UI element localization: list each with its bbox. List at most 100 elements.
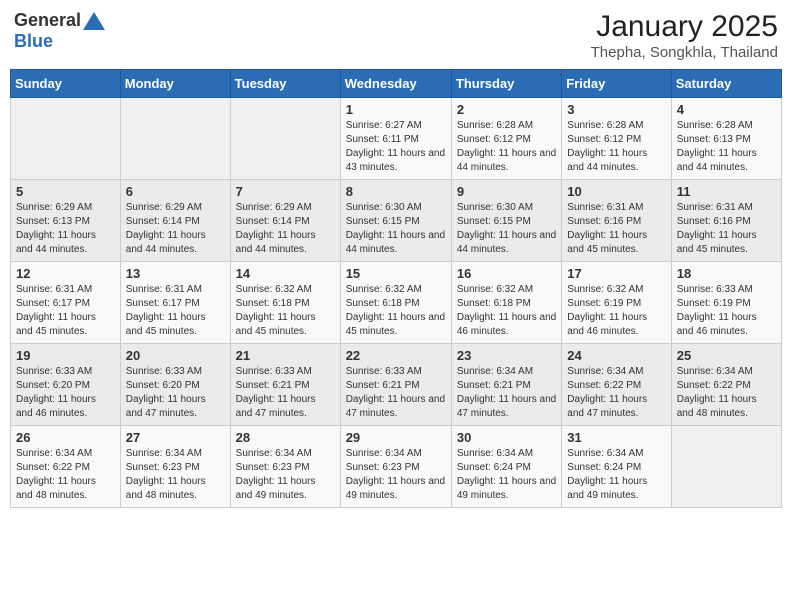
calendar-cell: 7 Sunrise: 6:29 AMSunset: 6:14 PMDaylight… xyxy=(230,180,340,262)
calendar-cell: 24 Sunrise: 6:34 AMSunset: 6:22 PMDayligh… xyxy=(562,344,671,426)
day-info: Sunrise: 6:34 AMSunset: 6:23 PMDaylight:… xyxy=(346,447,446,503)
calendar-cell: 19 Sunrise: 6:33 AMSunset: 6:20 PMDayligh… xyxy=(11,344,121,426)
day-info: Sunrise: 6:27 AMSunset: 6:11 PMDaylight:… xyxy=(346,119,446,175)
calendar-cell: 31Sunrise: 6:34 AMSunset: 6:24 PMDayligh… xyxy=(562,426,671,508)
day-info: Sunrise: 6:28 AMSunset: 6:13 PMDaylight:… xyxy=(677,119,776,175)
calendar-cell: 1 Sunrise: 6:27 AMSunset: 6:11 PMDaylight… xyxy=(340,98,451,180)
day-info: Sunrise: 6:31 AMSunset: 6:16 PMDaylight:… xyxy=(677,201,776,257)
day-info: Sunrise: 6:34 AMSunset: 6:21 PMDaylight:… xyxy=(457,365,556,421)
calendar-cell: 2 Sunrise: 6:28 AMSunset: 6:12 PMDaylight… xyxy=(451,98,561,180)
day-number: 17 xyxy=(567,266,665,281)
calendar-cell: 12 Sunrise: 6:31 AMSunset: 6:17 PMDayligh… xyxy=(11,262,121,344)
calendar-cell xyxy=(230,98,340,180)
page-header: General Blue January 2025 Thepha, Songkh… xyxy=(10,10,782,61)
location-title: Thepha, Songkhla, Thailand xyxy=(591,44,778,61)
calendar-cell: 28Sunrise: 6:34 AMSunset: 6:23 PMDayligh… xyxy=(230,426,340,508)
day-number: 12 xyxy=(16,266,115,281)
day-number: 31 xyxy=(567,430,665,445)
day-info: Sunrise: 6:34 AMSunset: 6:24 PMDaylight:… xyxy=(457,447,556,503)
calendar-cell: 20 Sunrise: 6:33 AMSunset: 6:20 PMDayligh… xyxy=(120,344,230,426)
day-info: Sunrise: 6:34 AMSunset: 6:22 PMDaylight:… xyxy=(677,365,776,421)
day-number: 1 xyxy=(346,102,446,117)
day-number: 30 xyxy=(457,430,556,445)
day-of-week-header: Wednesday xyxy=(340,70,451,98)
title-block: January 2025 Thepha, Songkhla, Thailand xyxy=(591,10,778,61)
day-of-week-header: Sunday xyxy=(11,70,121,98)
calendar-cell: 16Sunrise: 6:32 AMSunset: 6:18 PMDayligh… xyxy=(451,262,561,344)
calendar-week-row: 26Sunrise: 6:34 AMSunset: 6:22 PMDayligh… xyxy=(11,426,782,508)
calendar-cell: 15Sunrise: 6:32 AMSunset: 6:18 PMDayligh… xyxy=(340,262,451,344)
day-number: 16 xyxy=(457,266,556,281)
day-number: 11 xyxy=(677,184,776,199)
day-number: 2 xyxy=(457,102,556,117)
day-number: 8 xyxy=(346,184,446,199)
calendar-cell: 25 Sunrise: 6:34 AMSunset: 6:22 PMDayligh… xyxy=(671,344,781,426)
calendar-cell xyxy=(120,98,230,180)
day-info: Sunrise: 6:28 AMSunset: 6:12 PMDaylight:… xyxy=(457,119,556,175)
day-number: 10 xyxy=(567,184,665,199)
day-number: 23 xyxy=(457,348,556,363)
day-info: Sunrise: 6:31 AMSunset: 6:17 PMDaylight:… xyxy=(126,283,225,339)
day-number: 24 xyxy=(567,348,665,363)
day-number: 5 xyxy=(16,184,115,199)
calendar-cell: 5Sunrise: 6:29 AMSunset: 6:13 PMDaylight… xyxy=(11,180,121,262)
day-of-week-header: Thursday xyxy=(451,70,561,98)
calendar-cell: 10 Sunrise: 6:31 AMSunset: 6:16 PMDayligh… xyxy=(562,180,671,262)
calendar-week-row: 5Sunrise: 6:29 AMSunset: 6:13 PMDaylight… xyxy=(11,180,782,262)
calendar-cell: 8 Sunrise: 6:30 AMSunset: 6:15 PMDaylight… xyxy=(340,180,451,262)
day-number: 4 xyxy=(677,102,776,117)
day-info: Sunrise: 6:33 AMSunset: 6:21 PMDaylight:… xyxy=(346,365,446,421)
logo: General Blue xyxy=(14,10,105,52)
logo-text: General Blue xyxy=(14,10,105,52)
day-number: 27 xyxy=(126,430,225,445)
day-number: 3 xyxy=(567,102,665,117)
calendar-week-row: 1 Sunrise: 6:27 AMSunset: 6:11 PMDaylight… xyxy=(11,98,782,180)
day-of-week-header: Saturday xyxy=(671,70,781,98)
calendar-week-row: 19 Sunrise: 6:33 AMSunset: 6:20 PMDayligh… xyxy=(11,344,782,426)
day-info: Sunrise: 6:29 AMSunset: 6:14 PMDaylight:… xyxy=(236,201,335,257)
day-info: Sunrise: 6:33 AMSunset: 6:19 PMDaylight:… xyxy=(677,283,776,339)
day-info: Sunrise: 6:31 AMSunset: 6:17 PMDaylight:… xyxy=(16,283,115,339)
day-info: Sunrise: 6:31 AMSunset: 6:16 PMDaylight:… xyxy=(567,201,665,257)
calendar-cell: 22 Sunrise: 6:33 AMSunset: 6:21 PMDayligh… xyxy=(340,344,451,426)
calendar-cell: 14Sunrise: 6:32 AMSunset: 6:18 PMDayligh… xyxy=(230,262,340,344)
day-number: 9 xyxy=(457,184,556,199)
day-info: Sunrise: 6:33 AMSunset: 6:20 PMDaylight:… xyxy=(126,365,225,421)
day-info: Sunrise: 6:32 AMSunset: 6:19 PMDaylight:… xyxy=(567,283,665,339)
calendar-table: SundayMondayTuesdayWednesdayThursdayFrid… xyxy=(10,69,782,508)
day-info: Sunrise: 6:34 AMSunset: 6:22 PMDaylight:… xyxy=(16,447,115,503)
calendar-cell: 9Sunrise: 6:30 AMSunset: 6:15 PMDaylight… xyxy=(451,180,561,262)
day-number: 7 xyxy=(236,184,335,199)
day-info: Sunrise: 6:34 AMSunset: 6:23 PMDaylight:… xyxy=(126,447,225,503)
day-number: 6 xyxy=(126,184,225,199)
logo-icon xyxy=(83,12,105,30)
calendar-week-row: 12 Sunrise: 6:31 AMSunset: 6:17 PMDayligh… xyxy=(11,262,782,344)
logo-blue: Blue xyxy=(14,31,53,51)
day-info: Sunrise: 6:32 AMSunset: 6:18 PMDaylight:… xyxy=(346,283,446,339)
day-info: Sunrise: 6:34 AMSunset: 6:22 PMDaylight:… xyxy=(567,365,665,421)
calendar-cell xyxy=(671,426,781,508)
calendar-cell: 17 Sunrise: 6:32 AMSunset: 6:19 PMDayligh… xyxy=(562,262,671,344)
day-info: Sunrise: 6:30 AMSunset: 6:15 PMDaylight:… xyxy=(346,201,446,257)
day-number: 13 xyxy=(126,266,225,281)
calendar-cell: 26Sunrise: 6:34 AMSunset: 6:22 PMDayligh… xyxy=(11,426,121,508)
day-number: 22 xyxy=(346,348,446,363)
day-of-week-header: Tuesday xyxy=(230,70,340,98)
day-info: Sunrise: 6:33 AMSunset: 6:20 PMDaylight:… xyxy=(16,365,115,421)
calendar-cell: 11 Sunrise: 6:31 AMSunset: 6:16 PMDayligh… xyxy=(671,180,781,262)
calendar-cell: 23 Sunrise: 6:34 AMSunset: 6:21 PMDayligh… xyxy=(451,344,561,426)
day-number: 21 xyxy=(236,348,335,363)
day-info: Sunrise: 6:29 AMSunset: 6:14 PMDaylight:… xyxy=(126,201,225,257)
day-of-week-header: Friday xyxy=(562,70,671,98)
day-number: 28 xyxy=(236,430,335,445)
day-info: Sunrise: 6:28 AMSunset: 6:12 PMDaylight:… xyxy=(567,119,665,175)
calendar-cell: 4 Sunrise: 6:28 AMSunset: 6:13 PMDaylight… xyxy=(671,98,781,180)
day-number: 20 xyxy=(126,348,225,363)
month-title: January 2025 xyxy=(591,10,778,44)
calendar-cell xyxy=(11,98,121,180)
calendar-cell: 30 Sunrise: 6:34 AMSunset: 6:24 PMDayligh… xyxy=(451,426,561,508)
calendar-cell: 18Sunrise: 6:33 AMSunset: 6:19 PMDayligh… xyxy=(671,262,781,344)
day-number: 25 xyxy=(677,348,776,363)
calendar-cell: 6 Sunrise: 6:29 AMSunset: 6:14 PMDaylight… xyxy=(120,180,230,262)
day-number: 19 xyxy=(16,348,115,363)
